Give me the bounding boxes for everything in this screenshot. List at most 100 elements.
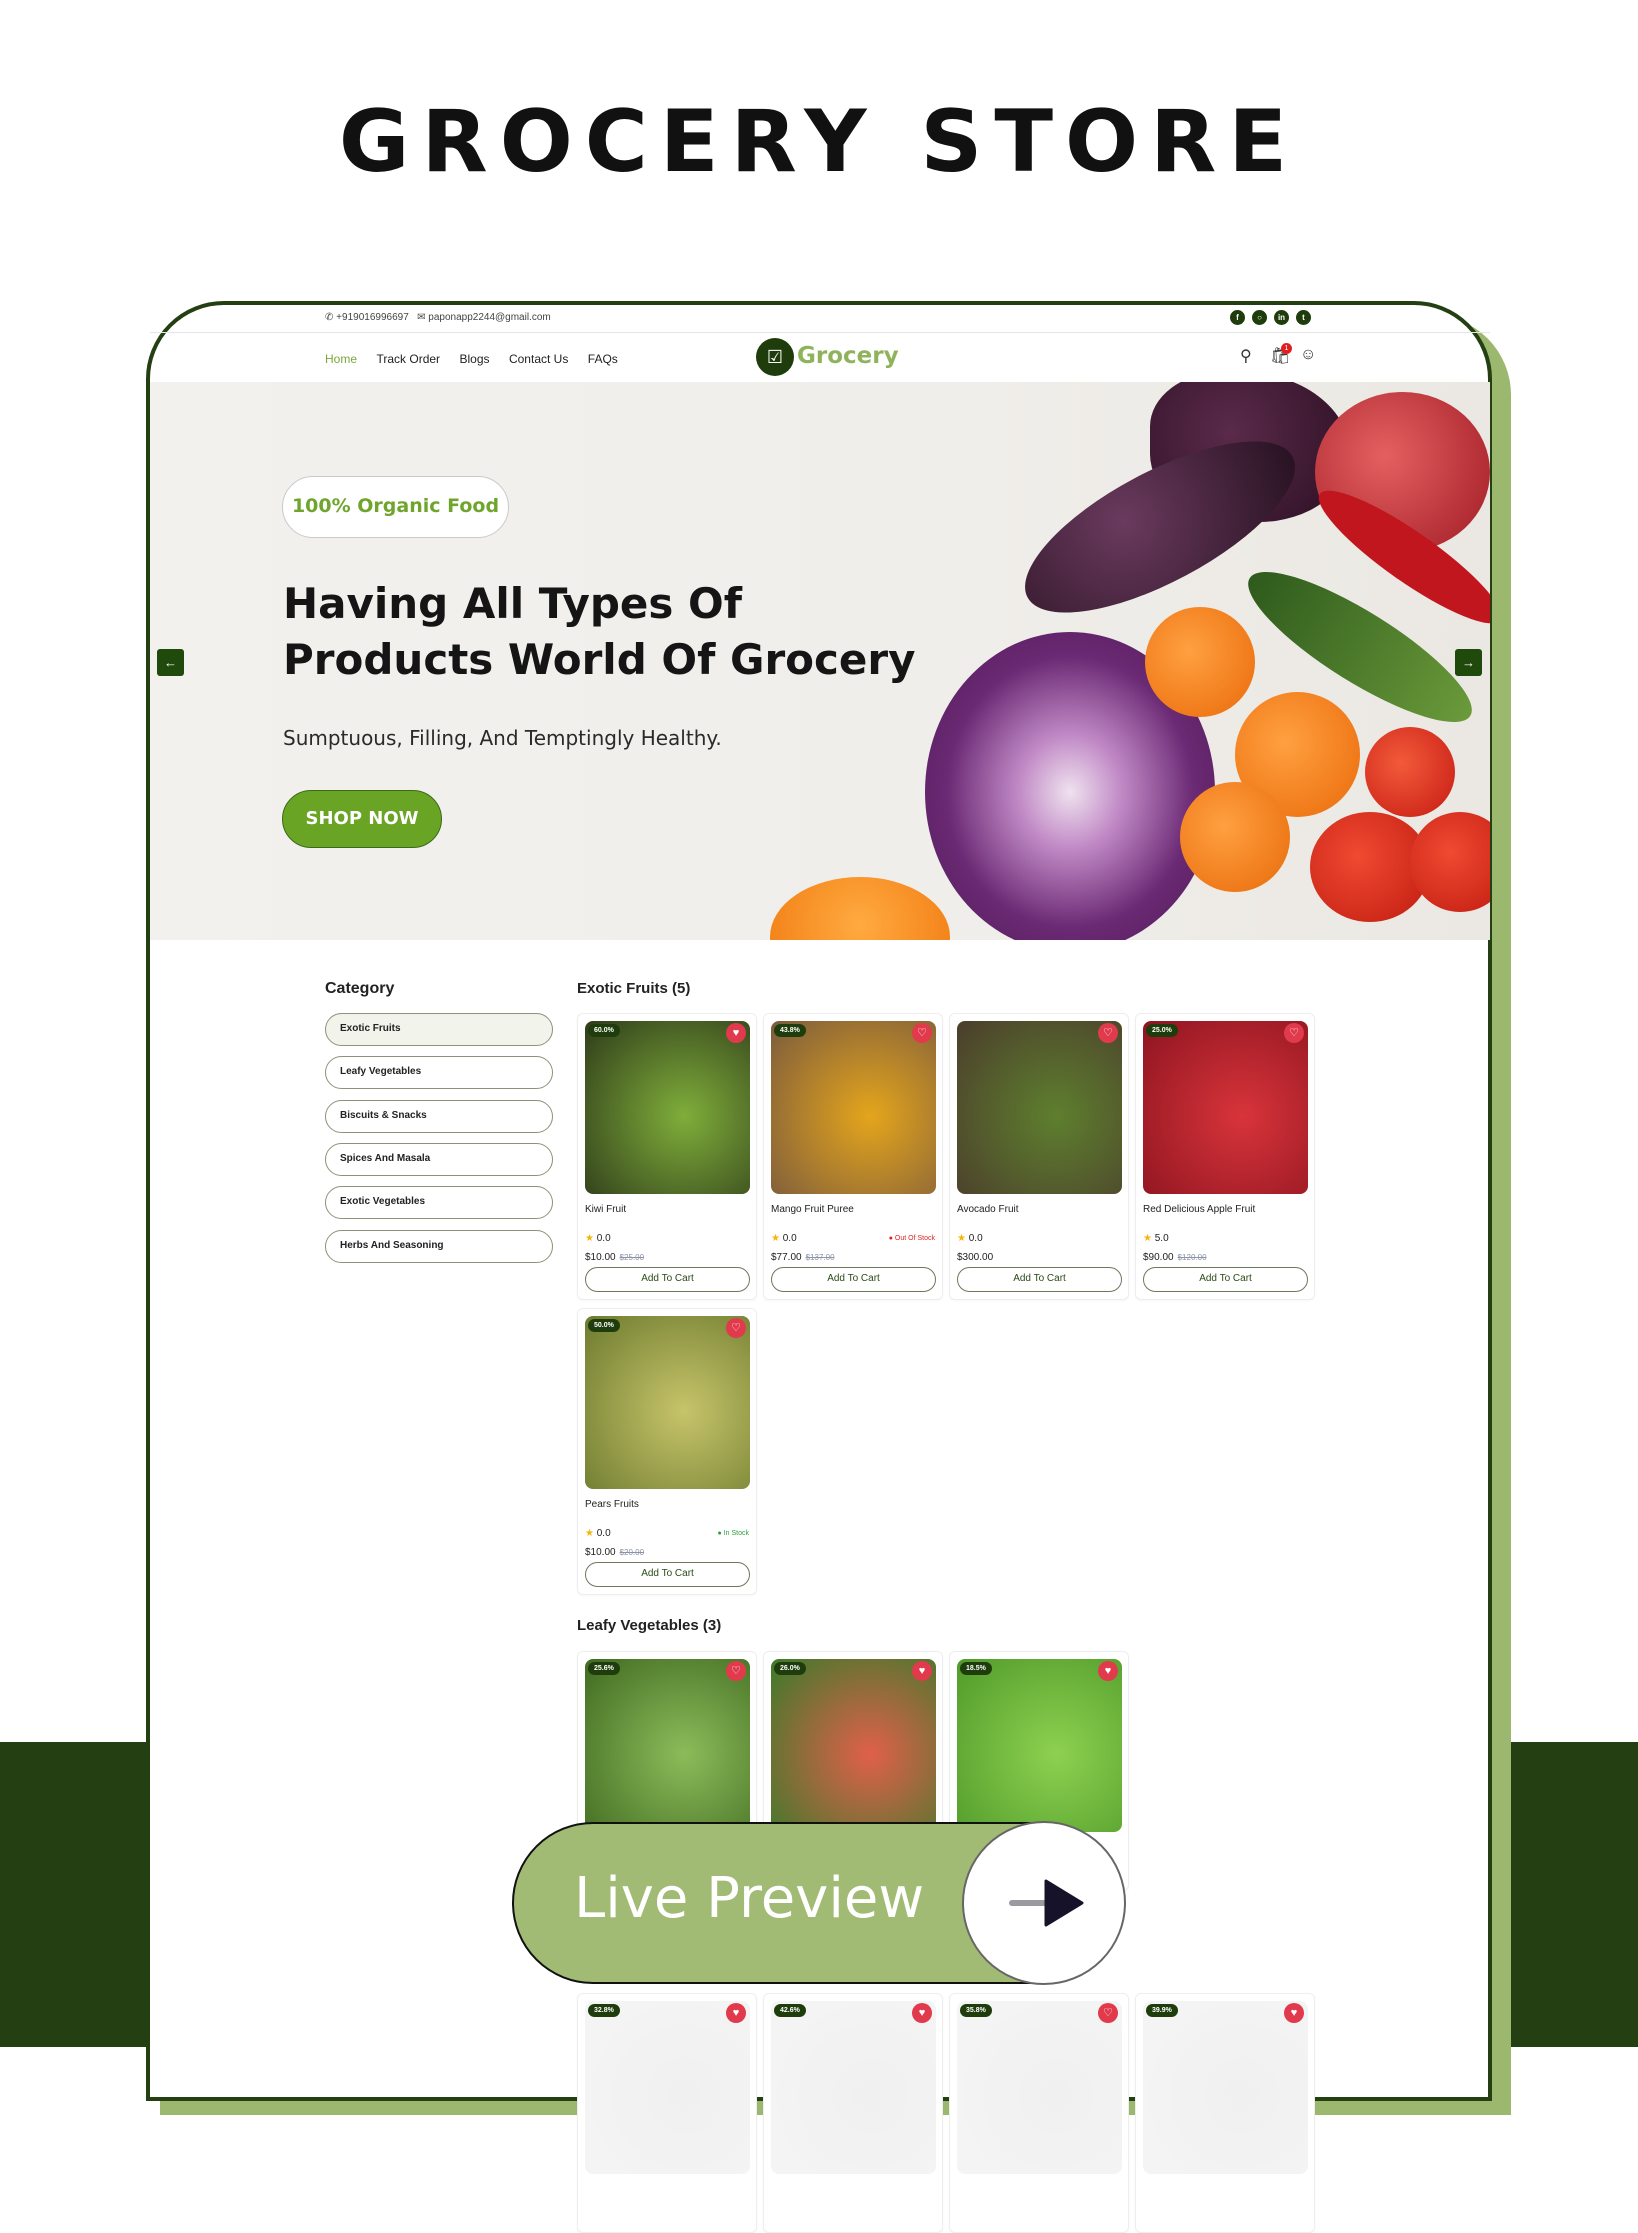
- product-card[interactable]: 25.0% ♡ Red Delicious Apple Fruit ★ 5.0 $90.…: [1135, 1013, 1315, 1300]
- star-icon: ★: [957, 1233, 966, 1244]
- heart-outline-icon[interactable]: ♡: [1098, 2003, 1118, 2023]
- product-card[interactable]: ♡ Avocado Fruit ★ 0.0 $300.00 Add To Cart: [949, 1013, 1129, 1300]
- live-preview-button[interactable]: Live Preview: [512, 1821, 1126, 1985]
- product-image[interactable]: [771, 1659, 936, 1832]
- add-to-cart-button[interactable]: Add To Cart: [585, 1267, 750, 1292]
- discount-badge: 35.8%: [960, 2004, 992, 2017]
- original-price: $137.00: [805, 1253, 835, 1262]
- add-to-cart-button[interactable]: Add To Cart: [771, 1267, 936, 1292]
- cart-count-badge: 1: [1281, 343, 1292, 354]
- facebook-icon[interactable]: f: [1230, 310, 1245, 325]
- discount-badge: 39.9%: [1146, 2004, 1178, 2017]
- nav-track-order[interactable]: Track Order: [376, 352, 440, 366]
- product-image[interactable]: [585, 1659, 750, 1832]
- star-icon: ★: [585, 1233, 594, 1244]
- email-address[interactable]: paponapp2244@gmail.com: [428, 312, 550, 323]
- heart-outline-icon[interactable]: ♡: [912, 1023, 932, 1043]
- heart-filled-icon[interactable]: ♥: [1098, 1661, 1118, 1681]
- add-to-cart-button[interactable]: Add To Cart: [585, 1562, 750, 1587]
- contact-info: ✆ +919016996697 ✉ paponapp2244@gmail.com: [325, 312, 551, 323]
- product-image[interactable]: [585, 1021, 750, 1194]
- phone-number[interactable]: +919016996697: [336, 312, 409, 323]
- heart-filled-icon[interactable]: ♥: [912, 1661, 932, 1681]
- rating-value: 0.0: [596, 1528, 611, 1539]
- slider-prev-arrow-icon[interactable]: ←: [157, 649, 184, 676]
- shop-now-button[interactable]: SHOP NOW: [282, 790, 442, 848]
- product-rating: ★ 0.0: [585, 1233, 611, 1244]
- product-name[interactable]: Avocado Fruit: [957, 1204, 1019, 1215]
- stock-label: Out Of Stock: [894, 1235, 935, 1242]
- stock-status: ● Out Of Stock: [888, 1235, 935, 1242]
- product-name[interactable]: Kiwi Fruit: [585, 1204, 626, 1215]
- product-image[interactable]: [1143, 1021, 1308, 1194]
- category-biscuits-snacks[interactable]: Biscuits & Snacks: [325, 1100, 553, 1133]
- product-name[interactable]: Pears Fruits: [585, 1499, 639, 1510]
- product-image[interactable]: [957, 1021, 1122, 1194]
- category-spices-masala[interactable]: Spices And Masala: [325, 1143, 553, 1176]
- hero-image-tomato: [1365, 727, 1455, 817]
- hero-heading-line1: Having All Types Of: [283, 579, 742, 628]
- product-name[interactable]: Mango Fruit Puree: [771, 1204, 854, 1215]
- hero-heading-line2: Products World Of Grocery: [283, 635, 916, 684]
- heart-outline-icon[interactable]: ♡: [726, 1661, 746, 1681]
- nav-home[interactable]: Home: [325, 352, 357, 366]
- instagram-icon[interactable]: ○: [1252, 310, 1267, 325]
- product-card[interactable]: 50.0% ♡ Pears Fruits ★ 0.0 ● In Stock $10.00 $…: [577, 1308, 757, 1595]
- section-title-exotic-fruits: Exotic Fruits (5): [577, 980, 691, 997]
- discount-badge: 25.6%: [588, 1662, 620, 1675]
- product-card[interactable]: 43.8% ♡ Mango Fruit Puree ★ 0.0 ● Out Of Sto…: [763, 1013, 943, 1300]
- product-rating: ★ 0.0: [585, 1528, 611, 1539]
- category-leafy-vegetables[interactable]: Leafy Vegetables: [325, 1056, 553, 1089]
- product-card[interactable]: 42.6% ♥: [763, 1993, 943, 2233]
- heart-outline-icon[interactable]: ♡: [726, 1318, 746, 1338]
- original-price: $25.00: [619, 1253, 645, 1262]
- product-name[interactable]: Red Delicious Apple Fruit: [1143, 1204, 1255, 1215]
- logo-text[interactable]: Grocery: [797, 343, 899, 369]
- live-preview-label: Live Preview: [574, 1866, 925, 1931]
- discount-badge: 43.8%: [774, 1024, 806, 1037]
- nav-blogs[interactable]: Blogs: [459, 352, 489, 366]
- product-image[interactable]: [957, 2001, 1122, 2174]
- linkedin-icon[interactable]: in: [1274, 310, 1289, 325]
- product-image[interactable]: [771, 1021, 936, 1194]
- current-price: $300.00: [957, 1252, 994, 1263]
- search-icon[interactable]: ⚲: [1240, 346, 1252, 366]
- discount-badge: 60.0%: [588, 1024, 620, 1037]
- rating-value: 5.0: [1154, 1233, 1169, 1244]
- nav-contact-us[interactable]: Contact Us: [509, 352, 568, 366]
- rating-value: 0.0: [968, 1233, 983, 1244]
- slider-next-arrow-icon[interactable]: →: [1455, 649, 1482, 676]
- mail-icon: ✉: [417, 312, 426, 323]
- original-price: $120.00: [1177, 1253, 1207, 1262]
- heart-filled-icon[interactable]: ♥: [1284, 2003, 1304, 2023]
- category-herbs-seasoning[interactable]: Herbs And Seasoning: [325, 1230, 553, 1263]
- product-card[interactable]: 35.8% ♡: [949, 1993, 1129, 2233]
- heart-outline-icon[interactable]: ♡: [1284, 1023, 1304, 1043]
- heart-outline-icon[interactable]: ♡: [1098, 1023, 1118, 1043]
- heart-filled-icon[interactable]: ♥: [726, 1023, 746, 1043]
- user-icon[interactable]: ☺: [1300, 346, 1316, 364]
- add-to-cart-button[interactable]: Add To Cart: [957, 1267, 1122, 1292]
- add-to-cart-button[interactable]: Add To Cart: [1143, 1267, 1308, 1292]
- product-image[interactable]: [771, 2001, 936, 2174]
- product-card[interactable]: 32.8% ♥: [577, 1993, 757, 2233]
- product-image[interactable]: [1143, 2001, 1308, 2174]
- phone-icon: ✆: [325, 312, 334, 323]
- product-image[interactable]: [585, 2001, 750, 2174]
- heart-filled-icon[interactable]: ♥: [726, 2003, 746, 2023]
- product-image[interactable]: [585, 1316, 750, 1489]
- discount-badge: 18.5%: [960, 1662, 992, 1675]
- twitter-icon[interactable]: t: [1296, 310, 1311, 325]
- stock-status: ● In Stock: [717, 1530, 749, 1537]
- category-exotic-vegetables[interactable]: Exotic Vegetables: [325, 1186, 553, 1219]
- product-card[interactable]: 60.0% ♥ Kiwi Fruit ★ 0.0 $10.00 $25.00 Add To …: [577, 1013, 757, 1300]
- heart-filled-icon[interactable]: ♥: [912, 2003, 932, 2023]
- product-image[interactable]: [957, 1659, 1122, 1832]
- nav-faqs[interactable]: FAQs: [588, 352, 618, 366]
- original-price: $20.00: [619, 1548, 645, 1557]
- stock-label: In Stock: [723, 1530, 749, 1537]
- category-exotic-fruits[interactable]: Exotic Fruits: [325, 1013, 553, 1046]
- basket-logo-icon[interactable]: ☑: [756, 338, 794, 376]
- product-card[interactable]: 39.9% ♥: [1135, 1993, 1315, 2233]
- discount-badge: 50.0%: [588, 1319, 620, 1332]
